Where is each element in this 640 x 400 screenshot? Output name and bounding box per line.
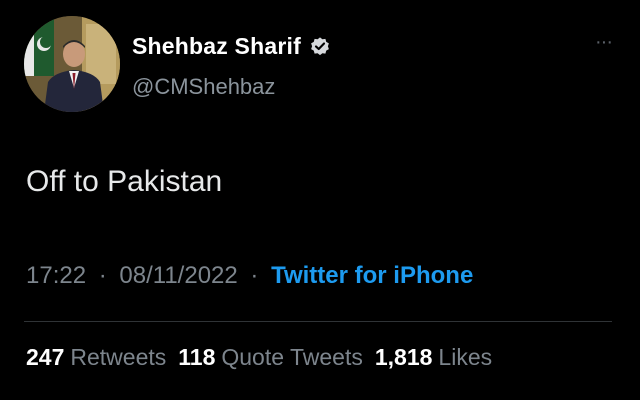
tweet-card: Shehbaz Sharif @CMShehbaz ··· Off to Pak… (0, 0, 640, 400)
meta-separator: · (98, 262, 107, 289)
tweet-source-link[interactable]: Twitter for iPhone (271, 262, 473, 289)
tweet-text: Off to Pakistan (26, 165, 223, 198)
more-options-icon[interactable]: ··· (595, 32, 613, 52)
likes-label: Likes (438, 344, 493, 370)
tweet-time[interactable]: 17:22 (26, 262, 86, 289)
retweets-count: 247 (26, 344, 65, 370)
avatar[interactable] (24, 16, 120, 112)
likes-stat[interactable]: 1,818 Likes (375, 344, 492, 371)
avatar-photo (24, 16, 120, 112)
author-handle[interactable]: @CMShehbaz (132, 74, 275, 100)
tweet-meta: 17:22 · 08/11/2022 · Twitter for iPhone (26, 262, 473, 290)
quote-tweets-label: Quote Tweets (221, 344, 363, 370)
quote-tweets-stat[interactable]: 118 Quote Tweets (178, 344, 363, 371)
quote-tweets-count: 118 (178, 344, 216, 370)
engagement-stats: 247 Retweets 118 Quote Tweets 1,818 Likes (26, 344, 492, 371)
retweets-label: Retweets (70, 344, 167, 370)
meta-separator: · (250, 262, 259, 289)
divider (24, 321, 612, 322)
tweet-date[interactable]: 08/11/2022 (119, 262, 237, 289)
likes-count: 1,818 (374, 344, 433, 370)
verified-badge-icon (309, 36, 331, 58)
author-name-row[interactable]: Shehbaz Sharif (132, 33, 331, 60)
retweets-stat[interactable]: 247 Retweets (26, 344, 166, 371)
author-display-name[interactable]: Shehbaz Sharif (132, 33, 301, 60)
